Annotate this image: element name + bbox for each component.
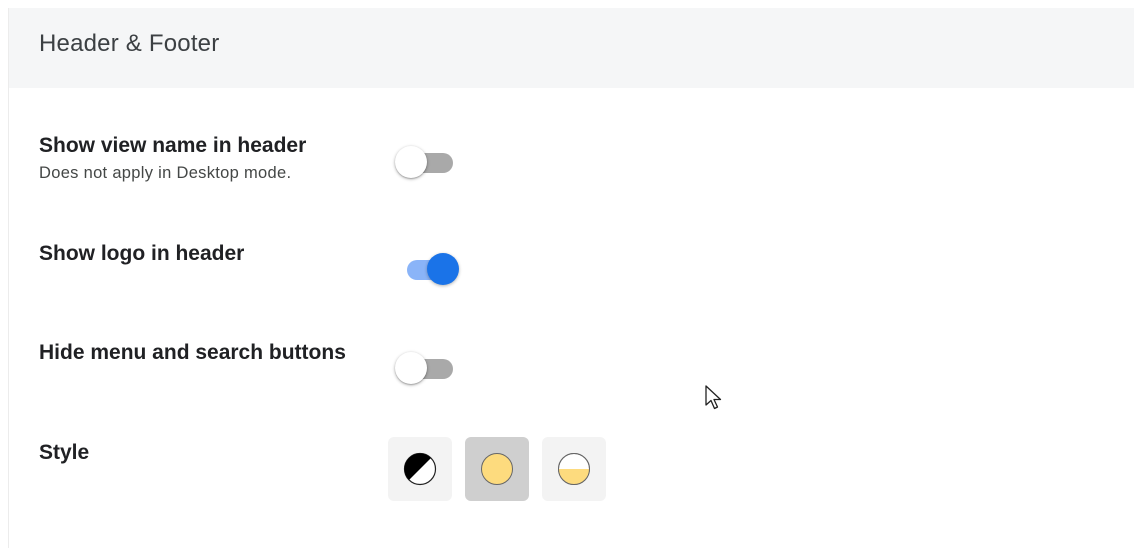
style-option-filled[interactable] — [465, 437, 529, 501]
filled-circle-icon — [481, 453, 513, 485]
panel-header: Header & Footer — [9, 8, 1134, 88]
hide-buttons-toggle[interactable] — [393, 349, 459, 389]
view-name-toggle[interactable] — [393, 143, 459, 183]
setting-view-name-description: Does not apply in Desktop mode. — [39, 164, 292, 182]
contrast-icon — [403, 452, 437, 486]
panel-title: Header & Footer — [39, 30, 220, 57]
setting-style: Style — [39, 441, 89, 465]
setting-hide-buttons-label: Hide menu and search buttons — [39, 341, 346, 364]
style-option-half[interactable] — [542, 437, 606, 501]
header-footer-panel: Header & Footer Show view name in header… — [8, 8, 1134, 548]
setting-logo-label: Show logo in header — [39, 242, 245, 265]
setting-hide-buttons: Hide menu and search buttons — [39, 341, 346, 365]
setting-style-label: Style — [39, 441, 90, 464]
setting-logo: Show logo in header — [39, 242, 244, 266]
toggle-thumb — [395, 146, 427, 178]
style-option-contrast[interactable] — [388, 437, 452, 501]
toggle-thumb — [427, 253, 459, 285]
setting-view-name-label: Show view name in header — [39, 134, 307, 157]
toggle-thumb — [395, 352, 427, 384]
mouse-pointer-icon — [705, 385, 722, 410]
half-filled-circle-icon — [558, 453, 590, 485]
logo-toggle[interactable] — [393, 250, 459, 290]
setting-view-name: Show view name in header Does not apply … — [39, 134, 306, 183]
